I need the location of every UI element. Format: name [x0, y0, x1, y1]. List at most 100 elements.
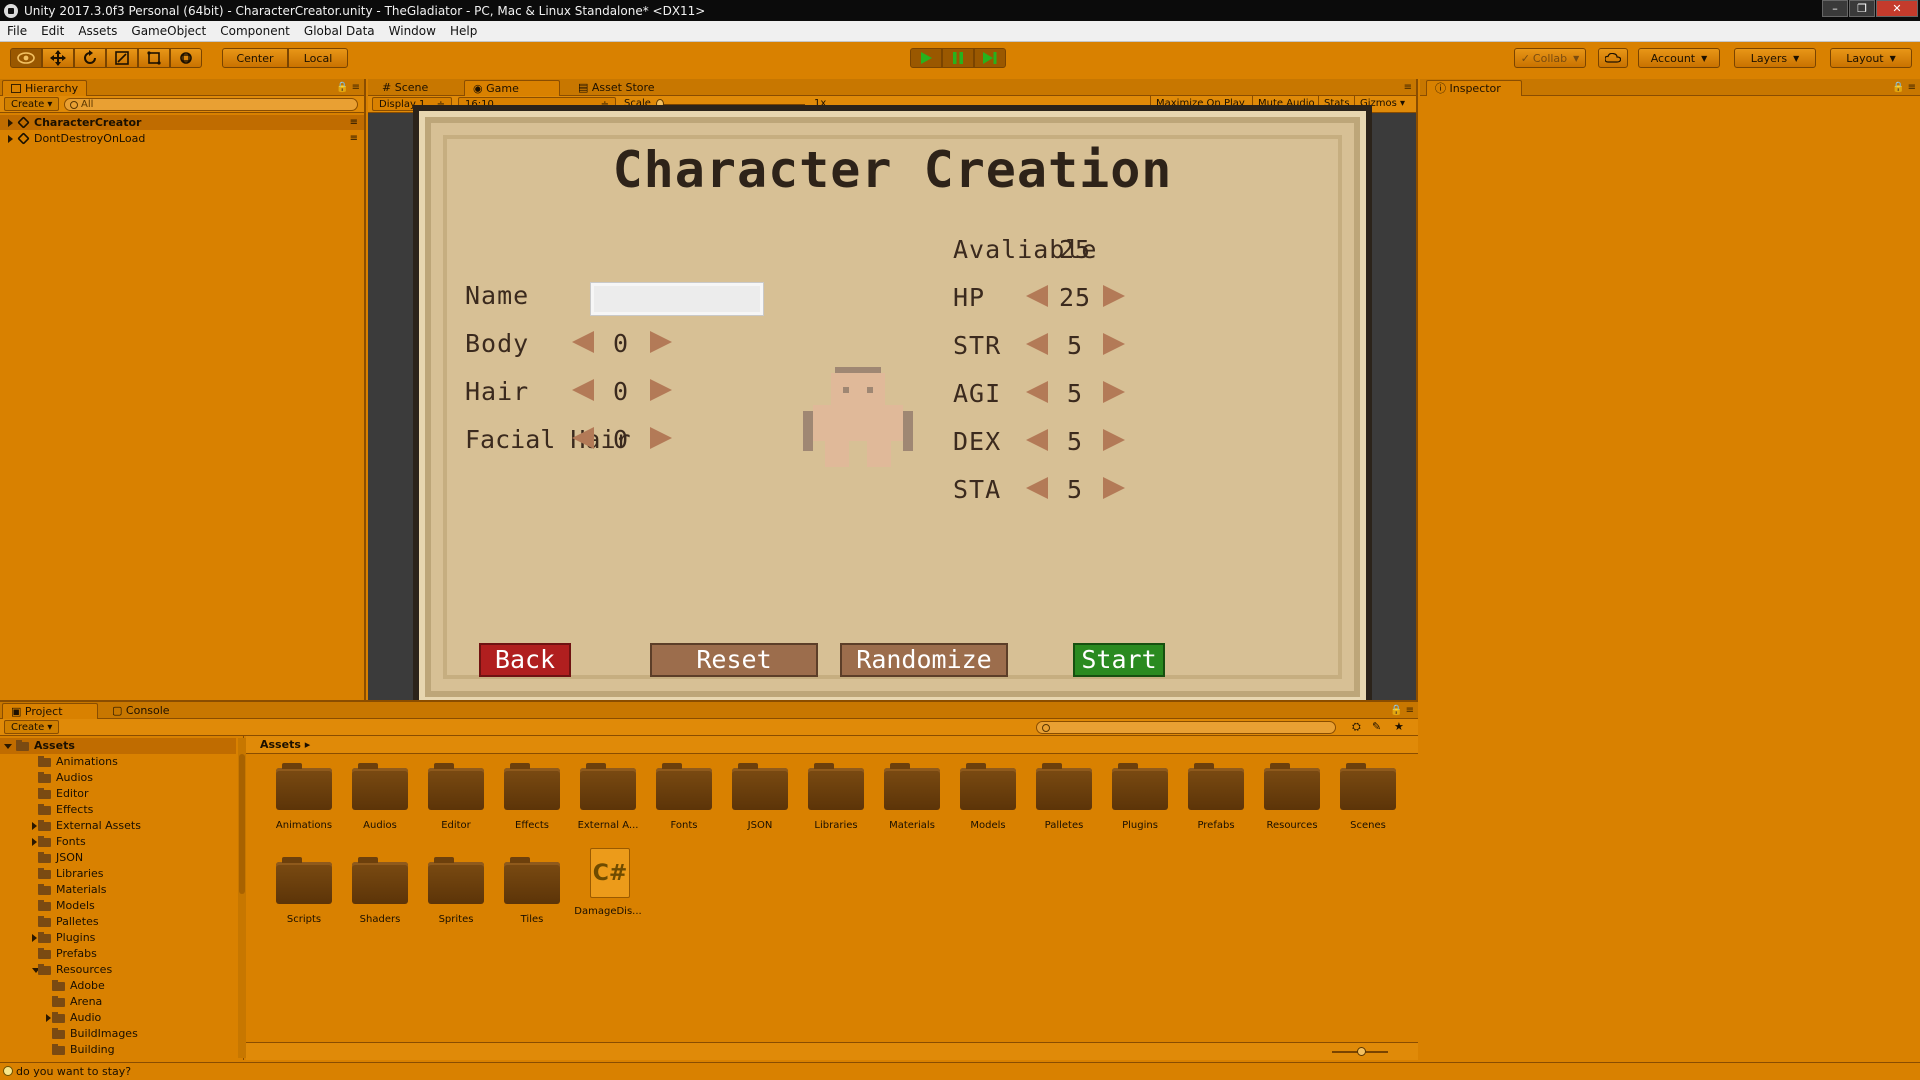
- asset-folder-audios[interactable]: Audios: [338, 760, 414, 846]
- menu-assets[interactable]: Assets: [71, 21, 124, 42]
- asset-folder-shaders[interactable]: Shaders: [338, 854, 414, 940]
- asset-folder-tiles[interactable]: Tiles: [490, 854, 566, 940]
- tree-item-adobe[interactable]: Adobe: [0, 978, 236, 994]
- tab-inspector[interactable]: ⓘ Inspector: [1426, 80, 1522, 96]
- row-menu-icon[interactable]: ≡: [350, 115, 358, 130]
- maximize-button[interactable]: ❐: [1849, 0, 1875, 17]
- layout-dropdown[interactable]: Layout ▼: [1830, 48, 1912, 68]
- hierarchy-item-charactercreator[interactable]: CharacterCreator ≡: [0, 115, 364, 130]
- tree-item-animations[interactable]: Animations: [0, 754, 236, 770]
- transform-tool-icon[interactable]: [170, 48, 202, 68]
- asset-folder-effects[interactable]: Effects: [490, 760, 566, 846]
- move-tool-icon[interactable]: [42, 48, 74, 68]
- tree-item-audios[interactable]: Audios: [0, 770, 236, 786]
- pause-button[interactable]: [942, 48, 974, 68]
- back-button[interactable]: Back: [479, 643, 571, 677]
- asset-folder-animations[interactable]: Animations: [262, 760, 338, 846]
- mute-audio-toggle[interactable]: Mute Audio: [1252, 96, 1320, 112]
- rotate-tool-icon[interactable]: [74, 48, 106, 68]
- menu-edit[interactable]: Edit: [34, 21, 71, 42]
- menu-component[interactable]: Component: [213, 21, 297, 42]
- tab-project[interactable]: ▣ Project: [2, 703, 98, 719]
- tree-item-buildimages[interactable]: BuildImages: [0, 1026, 236, 1042]
- asset-folder-scenes[interactable]: Scenes: [1326, 760, 1402, 846]
- tree-item-external-assets[interactable]: External Assets: [0, 818, 236, 834]
- tab-console[interactable]: ▢ Console: [104, 703, 178, 719]
- collab-button[interactable]: ✓ Collab ▼: [1514, 48, 1586, 68]
- scale-slider-handle[interactable]: [656, 99, 664, 109]
- asset-folder-palletes[interactable]: Palletes: [1022, 760, 1098, 846]
- filter-label-icon[interactable]: ✎: [1372, 720, 1381, 733]
- str-decrease-arrow-icon[interactable]: [1026, 333, 1048, 355]
- project-create-button[interactable]: Create ▾: [4, 720, 60, 734]
- randomize-button[interactable]: Randomize: [840, 643, 1008, 677]
- maximize-on-play-toggle[interactable]: Maximize On Play: [1150, 96, 1250, 112]
- asset-folder-plugins[interactable]: Plugins: [1098, 760, 1174, 846]
- project-search-input[interactable]: [1036, 721, 1336, 734]
- panel-menu-icon[interactable]: 🔒 ≡: [336, 82, 360, 93]
- tab-game[interactable]: ◉ Game: [464, 80, 560, 96]
- body-decrease-arrow-icon[interactable]: [572, 331, 594, 353]
- expand-arrow-icon[interactable]: [32, 838, 37, 846]
- expand-arrow-icon[interactable]: [8, 119, 13, 127]
- asset-folder-sprites[interactable]: Sprites: [414, 854, 490, 940]
- asset-folder-json[interactable]: JSON: [718, 760, 794, 846]
- favorite-star-icon[interactable]: ★: [1394, 720, 1404, 733]
- agi-increase-arrow-icon[interactable]: [1103, 381, 1125, 403]
- tree-item-building[interactable]: Building: [0, 1042, 236, 1058]
- menu-gameobject[interactable]: GameObject: [124, 21, 213, 42]
- expand-arrow-icon[interactable]: [4, 744, 12, 749]
- close-button[interactable]: ✕: [1876, 0, 1918, 17]
- hierarchy-search-input[interactable]: All: [64, 98, 358, 111]
- asset-folder-fonts[interactable]: Fonts: [642, 760, 718, 846]
- tree-item-palletes[interactable]: Palletes: [0, 914, 236, 930]
- pivot-center-button[interactable]: Center: [222, 48, 288, 68]
- facial-hair-decrease-arrow-icon[interactable]: [572, 427, 594, 449]
- tree-item-json[interactable]: JSON: [0, 850, 236, 866]
- expand-arrow-icon[interactable]: [46, 1014, 51, 1022]
- filter-type-icon[interactable]: ⛭: [1352, 720, 1361, 734]
- gizmos-dropdown[interactable]: Gizmos ▾: [1354, 96, 1410, 112]
- tree-item-editor[interactable]: Editor: [0, 786, 236, 802]
- tree-item-materials[interactable]: Materials: [0, 882, 236, 898]
- str-increase-arrow-icon[interactable]: [1103, 333, 1125, 355]
- hair-decrease-arrow-icon[interactable]: [572, 379, 594, 401]
- pivot-local-button[interactable]: Local: [288, 48, 348, 68]
- menu-file[interactable]: File: [0, 21, 34, 42]
- asset-folder-libraries[interactable]: Libraries: [794, 760, 870, 846]
- display-dropdown[interactable]: Display 1 ÷: [372, 97, 452, 111]
- tree-item-fonts[interactable]: Fonts: [0, 834, 236, 850]
- facial-hair-increase-arrow-icon[interactable]: [650, 427, 672, 449]
- asset-folder-external-a[interactable]: External A...: [566, 760, 642, 846]
- aspect-dropdown[interactable]: 16:10 ÷: [458, 97, 616, 111]
- expand-arrow-icon[interactable]: [32, 934, 37, 942]
- reset-button[interactable]: Reset: [650, 643, 818, 677]
- dex-decrease-arrow-icon[interactable]: [1026, 429, 1048, 451]
- hp-decrease-arrow-icon[interactable]: [1026, 285, 1048, 307]
- tab-asset-store[interactable]: ▤ Asset Store: [570, 80, 663, 96]
- minimize-button[interactable]: –: [1822, 0, 1848, 17]
- hp-increase-arrow-icon[interactable]: [1103, 285, 1125, 307]
- icon-size-slider-handle[interactable]: [1357, 1047, 1366, 1056]
- asset-folder-editor[interactable]: Editor: [414, 760, 490, 846]
- hair-increase-arrow-icon[interactable]: [650, 379, 672, 401]
- tab-hierarchy[interactable]: Hierarchy: [2, 80, 88, 96]
- body-increase-arrow-icon[interactable]: [650, 331, 672, 353]
- row-menu-icon[interactable]: ≡: [350, 131, 358, 146]
- menu-help[interactable]: Help: [443, 21, 484, 42]
- hand-tool-icon[interactable]: [10, 48, 42, 68]
- asset-folder-models[interactable]: Models: [946, 760, 1022, 846]
- layers-dropdown[interactable]: Layers ▼: [1734, 48, 1816, 68]
- panel-menu-icon[interactable]: 🔒 ≡: [1892, 82, 1916, 93]
- play-button[interactable]: [910, 48, 942, 68]
- tab-scene[interactable]: # Scene: [374, 80, 436, 96]
- tree-item-effects[interactable]: Effects: [0, 802, 236, 818]
- scale-slider-track[interactable]: [659, 104, 805, 106]
- dex-increase-arrow-icon[interactable]: [1103, 429, 1125, 451]
- asset-folder-materials[interactable]: Materials: [870, 760, 946, 846]
- tree-item-prefabs[interactable]: Prefabs: [0, 946, 236, 962]
- panel-menu-icon[interactable]: 🔒 ≡: [1390, 705, 1414, 716]
- name-field[interactable]: [590, 282, 764, 316]
- asset-folder-prefabs[interactable]: Prefabs: [1174, 760, 1250, 846]
- scrollbar-thumb[interactable]: [239, 754, 245, 894]
